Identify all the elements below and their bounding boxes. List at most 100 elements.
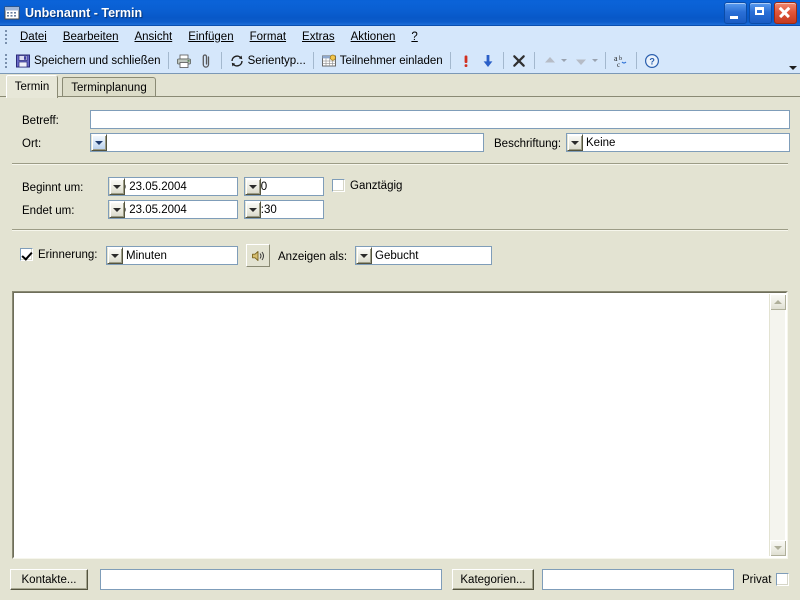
show-as-label: Anzeigen als:: [278, 251, 348, 263]
arrow-up-disabled-icon: [542, 53, 558, 69]
save-and-close-button[interactable]: Speichern und schließen: [12, 50, 164, 72]
contacts-input[interactable]: [100, 569, 442, 590]
toolbar-separator: [167, 52, 169, 69]
show-as-combobox[interactable]: Gebucht: [355, 246, 492, 265]
chevron-down-icon: [360, 253, 368, 258]
label-field-label: Beschriftung:: [494, 138, 562, 150]
svg-text:?: ?: [649, 56, 655, 66]
notes-vertical-scrollbar[interactable]: [769, 294, 786, 556]
chevron-down-icon: [249, 207, 257, 212]
start-time-dropdown-button[interactable]: [245, 178, 261, 195]
menu-item-ansicht[interactable]: Ansicht: [126, 29, 180, 45]
contacts-button[interactable]: Kontakte...: [10, 569, 88, 590]
toolbar-separator: [312, 52, 314, 69]
start-date-dropdown-button[interactable]: [109, 178, 125, 195]
previous-item-button[interactable]: [539, 50, 570, 72]
delete-x-icon: [511, 53, 527, 69]
scroll-down-button[interactable]: [770, 540, 786, 556]
spell-check-abc-icon: a b c: [613, 53, 629, 69]
help-button[interactable]: ?: [641, 50, 663, 72]
scroll-up-button[interactable]: [770, 294, 786, 310]
show-as-value: Gebucht: [375, 249, 419, 262]
location-label: Ort:: [22, 138, 42, 150]
chevron-down-icon: [111, 253, 119, 258]
chevron-down-icon: [95, 140, 103, 145]
bottom-bar: Kontakte... Kategorien... Privat: [0, 560, 800, 600]
end-time-dropdown-button[interactable]: [245, 201, 261, 218]
maximize-restore-button[interactable]: [749, 2, 772, 24]
window-controls: [724, 2, 797, 24]
recurrence-button[interactable]: Serientyp...: [226, 50, 309, 72]
notes-area[interactable]: [12, 291, 788, 559]
menu-item-bearbeiten[interactable]: Bearbeiten: [55, 29, 127, 45]
arrow-down-icon: [480, 53, 496, 69]
end-time-combobox[interactable]: 08:30: [244, 200, 324, 219]
start-label: Beginnt um:: [22, 182, 84, 194]
end-date-combobox[interactable]: So 23.05.2004: [108, 200, 238, 219]
end-date-value: So 23.05.2004: [112, 203, 187, 216]
menu-item-datei[interactable]: Datei: [12, 29, 55, 45]
location-dropdown-button[interactable]: [91, 134, 107, 151]
chevron-down-icon: [774, 546, 782, 550]
chevron-down-icon: [249, 184, 257, 189]
toolbar-grip-handle[interactable]: [2, 53, 10, 69]
all-day-label: Ganztägig: [350, 179, 403, 192]
minimize-button[interactable]: [724, 2, 747, 24]
menu-item-help[interactable]: ?: [403, 29, 425, 45]
subject-input[interactable]: [90, 110, 790, 129]
categories-button[interactable]: Kategorien...: [452, 569, 534, 590]
toolbar: Speichern und schließen Serientyp... Tei…: [0, 48, 800, 74]
categories-input[interactable]: [542, 569, 734, 590]
exclamation-mark-icon: [458, 53, 474, 69]
notes-textarea[interactable]: [16, 295, 768, 555]
tab-termin-label: Termin: [14, 81, 50, 93]
importance-high-button[interactable]: [455, 50, 477, 72]
next-item-button[interactable]: [570, 50, 601, 72]
spelling-button[interactable]: a b c: [610, 50, 632, 72]
start-time-combobox[interactable]: 830: [244, 177, 324, 196]
previous-item-dropdown-arrow[interactable]: [560, 59, 567, 62]
calendar-appointment-icon: [4, 5, 20, 21]
menu-item-format[interactable]: Format: [242, 29, 294, 45]
end-date-dropdown-button[interactable]: [109, 201, 125, 218]
tab-strip: Termin Terminplanung: [0, 75, 800, 98]
help-question-icon: ?: [644, 53, 660, 69]
contacts-button-label: Kontakte...: [21, 573, 77, 586]
close-button[interactable]: [774, 2, 797, 24]
reminder-time-combobox[interactable]: 15 Minuten: [106, 246, 238, 265]
tab-termin[interactable]: Termin: [6, 75, 58, 98]
reminder-time-dropdown-button[interactable]: [107, 247, 123, 264]
start-date-combobox[interactable]: So 23.05.2004: [108, 177, 238, 196]
menu-item-einfuegen[interactable]: Einfügen: [180, 29, 241, 45]
location-combobox[interactable]: [90, 133, 484, 152]
reminder-sound-button[interactable]: [246, 244, 270, 267]
next-item-dropdown-arrow[interactable]: [591, 59, 598, 62]
appointment-window: Unbenannt - Termin Datei Bearbeiten Ansi…: [0, 0, 800, 600]
label-field-dropdown-button[interactable]: [567, 134, 583, 151]
label-field-combobox[interactable]: Keine: [566, 133, 790, 152]
tab-terminplanung[interactable]: Terminplanung: [62, 77, 156, 97]
menu-item-aktionen[interactable]: Aktionen: [343, 29, 404, 45]
notes-area-inner: [13, 292, 787, 558]
print-button[interactable]: [173, 50, 195, 72]
form-separator-1: [12, 163, 788, 165]
window-title: Unbenannt - Termin: [25, 5, 143, 20]
all-day-checkbox[interactable]: Ganztägig: [332, 179, 402, 192]
invite-attendees-button[interactable]: Teilnehmer einladen: [318, 50, 446, 72]
private-label: Privat: [742, 573, 772, 586]
private-checkbox[interactable]: Privat: [742, 573, 790, 586]
reminder-checkbox[interactable]: Erinnerung:: [20, 248, 97, 261]
start-date-value: So 23.05.2004: [112, 180, 187, 193]
show-as-dropdown-button[interactable]: [356, 247, 372, 264]
menu-item-extras[interactable]: Extras: [294, 29, 343, 45]
chevron-down-icon: [113, 207, 121, 212]
insert-file-button[interactable]: [195, 50, 217, 72]
toolbar-separator: [502, 52, 504, 69]
menu-grip-handle[interactable]: [2, 29, 10, 45]
delete-button[interactable]: [508, 50, 530, 72]
tab-terminplanung-label: Terminplanung: [71, 81, 147, 94]
speaker-sound-icon: [250, 248, 266, 264]
importance-low-button[interactable]: [477, 50, 499, 72]
toolbar-overflow-button[interactable]: [786, 48, 800, 73]
chevron-down-icon: [571, 140, 579, 145]
